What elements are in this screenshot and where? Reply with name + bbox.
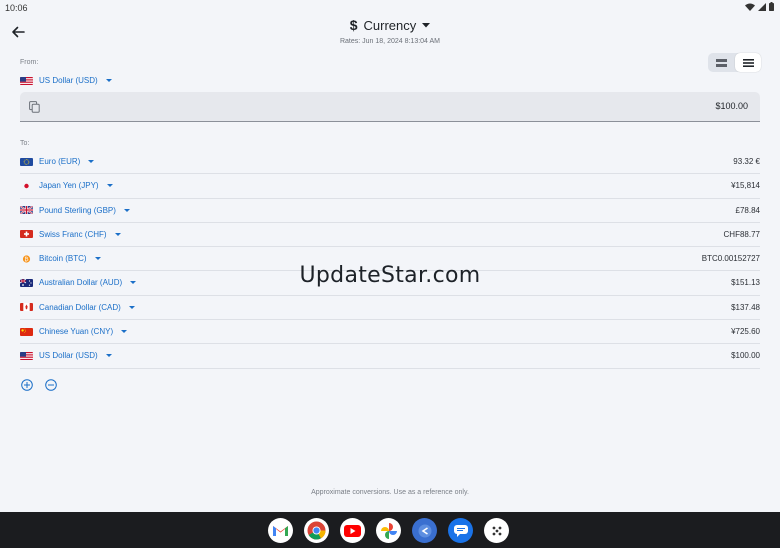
currency-label: Canadian Dollar (CAD) [39, 302, 121, 312]
table-row: US Dollar (USD) $100.00 [20, 344, 760, 369]
app-drawer-icon[interactable] [484, 518, 509, 543]
converted-value: BTC0.00152727 [701, 254, 760, 264]
messages-icon[interactable] [448, 518, 473, 543]
currency-label: US Dollar (USD) [39, 351, 98, 361]
watermark: UpdateStar.com [299, 263, 481, 288]
table-row: Euro (EUR) 93.32 € [20, 150, 760, 175]
caret-down-icon [105, 79, 112, 82]
app-dock [268, 518, 509, 543]
caret-down-icon [106, 184, 113, 188]
currency-label: Pound Sterling (GBP) [39, 205, 116, 215]
currency-dropdown-eur[interactable]: Euro (EUR) [20, 157, 95, 166]
svg-text:₿: ₿ [24, 256, 28, 263]
table-row: Japan Yen (JPY) ¥15,814 [20, 174, 760, 199]
converted-value: $100.00 [731, 351, 760, 361]
amount-value: $100.00 [715, 101, 748, 111]
battery-icon [769, 2, 774, 11]
caret-down-icon [88, 160, 95, 163]
caret-down-icon [422, 22, 431, 27]
taskbar [0, 512, 780, 548]
flag-ca-icon [20, 303, 33, 312]
flag-eu-icon [20, 157, 33, 166]
table-row: Chinese Yuan (CNY) ¥725.60 [20, 320, 760, 345]
compact-view-icon [715, 58, 727, 67]
currency-dropdown-cad[interactable]: Canadian Dollar (CAD) [20, 303, 135, 312]
chrome-icon[interactable] [304, 518, 329, 543]
caret-down-icon [121, 330, 128, 334]
converted-value: CHF88.77 [723, 229, 760, 239]
bitcoin-icon: ₿ [20, 255, 33, 263]
flag-ch-icon [20, 230, 33, 239]
table-row: Pound Sterling (GBP) £78.84 [20, 199, 760, 223]
converted-value: £78.84 [735, 205, 760, 215]
currency-app-icon[interactable] [412, 518, 437, 543]
flag-gb-icon [20, 206, 33, 215]
footer-note: Approximate conversions. Use as a refere… [311, 489, 469, 496]
view-toggle [708, 53, 761, 72]
compact-view-button[interactable] [708, 53, 734, 72]
currency-label: Euro (EUR) [39, 157, 81, 166]
converted-value: ¥15,814 [731, 181, 760, 191]
from-currency-dropdown[interactable]: US Dollar (USD) [20, 76, 112, 85]
amount-input[interactable]: $100.00 [20, 92, 760, 122]
caret-down-icon [123, 208, 130, 212]
caret-down-icon [94, 257, 101, 261]
remove-currency-icon[interactable] [45, 379, 57, 391]
caret-down-icon [114, 232, 121, 236]
gmail-icon[interactable] [268, 518, 293, 543]
currency-label: Swiss Franc (CHF) [39, 229, 107, 239]
status-time: 10:06 [5, 3, 28, 13]
caret-down-icon [128, 305, 135, 309]
list-view-button[interactable] [735, 53, 761, 72]
currency-dropdown-jpy[interactable]: Japan Yen (JPY) [20, 181, 113, 190]
youtube-icon[interactable] [340, 518, 365, 543]
currency-dropdown-btc[interactable]: ₿ Bitcoin (BTC) [20, 254, 101, 263]
table-row: Swiss Franc (CHF) CHF88.77 [20, 223, 760, 248]
signal-icon [758, 2, 766, 11]
converted-value: $137.48 [731, 302, 760, 312]
header: $ Currency Rates: Jun 18, 2024 8:13:04 A… [0, 17, 780, 45]
currency-title-dropdown[interactable]: $ Currency [350, 17, 431, 33]
flag-us-icon [20, 351, 33, 360]
currency-dropdown-gbp[interactable]: Pound Sterling (GBP) [20, 206, 130, 215]
photos-icon[interactable] [376, 518, 401, 543]
flag-jp-icon [20, 181, 33, 190]
rates-timestamp: Rates: Jun 18, 2024 8:13:04 AM [339, 38, 440, 45]
converted-value: ¥725.60 [731, 327, 760, 337]
dollar-icon: $ [349, 17, 358, 33]
converted-value: 93.32 € [733, 157, 760, 166]
currency-dropdown-chf[interactable]: Swiss Franc (CHF) [20, 230, 121, 239]
caret-down-icon [105, 354, 112, 358]
list-view-icon [742, 58, 754, 67]
table-row: Canadian Dollar (CAD) $137.48 [20, 296, 760, 321]
copy-icon[interactable] [29, 101, 40, 113]
status-icons [745, 2, 774, 11]
add-currency-icon[interactable] [21, 379, 33, 391]
currency-label: Bitcoin (BTC) [39, 254, 87, 264]
flag-cn-icon [20, 327, 33, 336]
to-label: To: [20, 140, 30, 147]
wifi-icon [745, 3, 755, 11]
currency-label: Japan Yen (JPY) [39, 181, 99, 191]
from-currency-label: US Dollar (USD) [39, 76, 98, 85]
currency-label: Chinese Yuan (CNY) [39, 327, 114, 337]
conversion-list: Euro (EUR) 93.32 € Japan Yen (JPY) ¥15,8… [20, 150, 760, 369]
currency-dropdown-cny[interactable]: Chinese Yuan (CNY) [20, 327, 128, 337]
status-bar: 10:06 [0, 0, 780, 16]
page-title: Currency [363, 17, 417, 33]
currency-dropdown-usd[interactable]: US Dollar (USD) [20, 351, 112, 360]
flag-us-icon [20, 76, 33, 85]
from-label: From: [20, 59, 39, 66]
